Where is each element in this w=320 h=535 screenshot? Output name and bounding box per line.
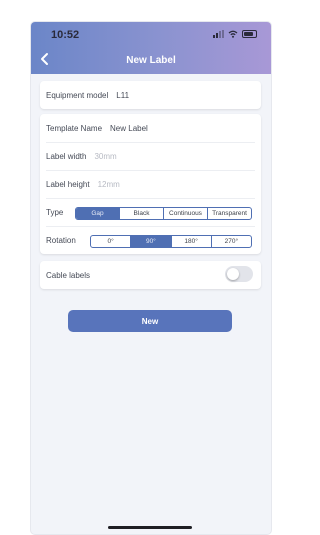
equipment-model-row[interactable]: Equipment model L11 <box>46 81 255 109</box>
type-label: Type <box>46 207 64 217</box>
label-width-row: Label width 30mm <box>46 142 255 171</box>
type-option-transparent[interactable]: Transparent <box>207 208 251 219</box>
cable-card: Cable labels <box>40 261 261 289</box>
label-height-row: Label height 12mm <box>46 170 255 199</box>
template-name-row: Template Name New Label <box>46 114 255 143</box>
cable-labels-row: Cable labels <box>46 261 255 289</box>
battery-icon <box>242 30 257 38</box>
equipment-model-value: L11 <box>116 90 130 100</box>
label-height-field[interactable]: 12mm <box>98 180 120 189</box>
type-option-continuous[interactable]: Continuous <box>163 208 207 219</box>
nav-header: 10:52 New Label <box>31 22 271 74</box>
rotation-label: Rotation <box>46 235 76 245</box>
label-height-label: Label height <box>46 179 90 189</box>
label-width-field[interactable]: 30mm <box>94 152 116 161</box>
rotation-option-90[interactable]: 90° <box>130 236 171 247</box>
cable-labels-label: Cable labels <box>46 270 91 280</box>
page-title: New Label <box>126 55 176 66</box>
status-time: 10:52 <box>51 29 80 41</box>
template-name-field[interactable]: New Label <box>110 124 148 133</box>
wifi-icon <box>228 30 238 38</box>
phone-screen: 10:52 New Label Equipment model L11 Temp… <box>31 22 271 534</box>
equipment-card: Equipment model L11 <box>40 81 261 109</box>
rotation-option-0[interactable]: 0° <box>91 236 130 247</box>
template-name-label: Template Name <box>46 123 103 133</box>
toggle-knob <box>227 268 239 280</box>
new-button[interactable]: New <box>68 310 232 332</box>
status-icons <box>213 30 257 38</box>
home-indicator[interactable] <box>108 526 192 529</box>
signal-icon <box>213 30 224 38</box>
type-option-gap[interactable]: Gap <box>76 208 119 219</box>
type-option-black[interactable]: Black <box>119 208 163 219</box>
rotation-option-180[interactable]: 180° <box>170 236 211 247</box>
rotation-segmented-control: 0° 90° 180° 270° <box>90 235 252 248</box>
rotation-option-270[interactable]: 270° <box>210 236 251 247</box>
cable-labels-toggle[interactable] <box>225 266 253 282</box>
equipment-model-label: Equipment model <box>46 90 109 100</box>
template-card: Template Name New Label Label width 30mm… <box>40 114 261 254</box>
type-segmented-control: Gap Black Continuous Transparent <box>75 207 252 220</box>
label-width-label: Label width <box>46 151 87 161</box>
